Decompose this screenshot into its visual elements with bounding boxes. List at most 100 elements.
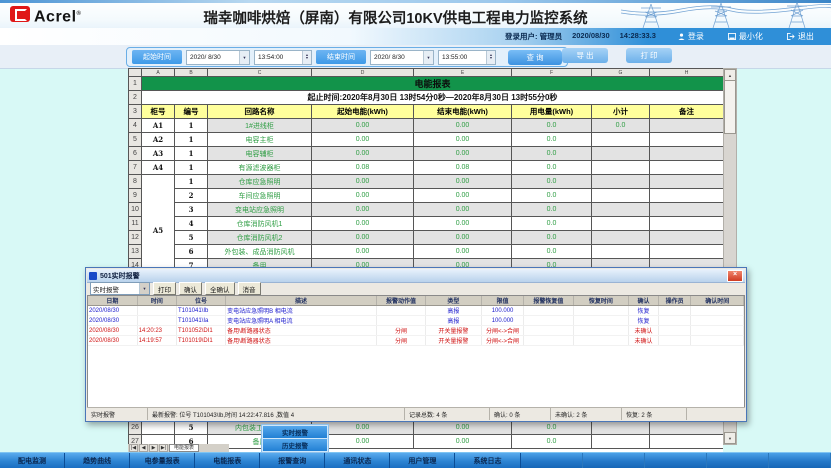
- column-letter-A[interactable]: A: [142, 69, 175, 77]
- cell-circuit-name[interactable]: 电容主柜: [208, 133, 312, 147]
- row-number[interactable]: 5: [129, 133, 142, 147]
- nav-tab-energy-report[interactable]: 电能报表: [195, 453, 260, 468]
- first-sheet-icon[interactable]: |◀: [129, 444, 138, 452]
- scrollbar-thumb[interactable]: [724, 80, 736, 134]
- cell-cabinet[interactable]: A2: [142, 133, 175, 147]
- spinner-arrows-icon[interactable]: ▲▼: [486, 51, 495, 64]
- spinner-arrows-icon[interactable]: ▲▼: [302, 51, 311, 64]
- cell-consumption[interactable]: 0.0: [512, 161, 592, 175]
- cell-circuit-name[interactable]: 1#进线柜: [208, 119, 312, 133]
- cell-start-energy[interactable]: 0.00: [312, 231, 414, 245]
- print-button[interactable]: 打印: [153, 282, 176, 295]
- cell-end-energy[interactable]: 0.08: [414, 161, 512, 175]
- sheet-header-cell-4[interactable]: 结束电能(kWh): [414, 105, 512, 119]
- print-button[interactable]: 打 印: [626, 48, 672, 63]
- alarm-col-2[interactable]: 位号: [176, 296, 225, 306]
- cell-start-energy[interactable]: 0.00: [312, 175, 414, 189]
- cell-end-energy[interactable]: 0.00: [414, 147, 512, 161]
- row-number[interactable]: 1: [129, 77, 142, 91]
- cell-start-energy[interactable]: 0.00: [312, 133, 414, 147]
- cell-remark[interactable]: [650, 147, 724, 161]
- cell-circuit-name[interactable]: 仓库消防风机1: [208, 217, 312, 231]
- confirm-all-button[interactable]: 全确认: [205, 282, 235, 295]
- chevron-down-icon[interactable]: ▼: [139, 283, 149, 294]
- cell-remark[interactable]: [650, 217, 724, 231]
- cell-remark[interactable]: [650, 421, 724, 435]
- alarm-row-2[interactable]: 2020/08/3014:20:23T101052\DI1备用\断路器状态分闸开…: [88, 326, 744, 336]
- cell-remark[interactable]: [650, 161, 724, 175]
- cell-start-energy[interactable]: 0.08: [312, 161, 414, 175]
- cell-start-energy[interactable]: 0.00: [312, 203, 414, 217]
- cell-subtotal[interactable]: [592, 421, 650, 435]
- start-time-spinner[interactable]: 13:54:00 ▲▼: [254, 50, 312, 65]
- row-number[interactable]: 3: [129, 105, 142, 119]
- row-number[interactable]: 2: [129, 91, 142, 105]
- row-number[interactable]: 11: [129, 217, 142, 231]
- cell-subtotal[interactable]: [592, 203, 650, 217]
- cell-number[interactable]: 3: [175, 203, 208, 217]
- export-button[interactable]: 导 出: [562, 48, 608, 63]
- login-button[interactable]: 登录: [678, 31, 704, 42]
- cell-end-energy[interactable]: 0.00: [414, 203, 512, 217]
- cell-start-energy[interactable]: 0.00: [312, 147, 414, 161]
- cell-consumption[interactable]: 0.0: [512, 147, 592, 161]
- row-number[interactable]: 6: [129, 147, 142, 161]
- cell-subtotal[interactable]: [592, 189, 650, 203]
- menu-item-realtime-alarm[interactable]: 实时报警: [263, 426, 327, 438]
- alarm-col-5[interactable]: 类型: [426, 296, 482, 306]
- end-time-spinner[interactable]: 13:55:00 ▲▼: [438, 50, 496, 65]
- chevron-down-icon[interactable]: ▼: [423, 51, 433, 64]
- cell-circuit-name[interactable]: 仓库应急照明: [208, 175, 312, 189]
- scroll-down-icon[interactable]: ▼: [724, 432, 736, 444]
- cell-consumption[interactable]: 0.0: [512, 175, 592, 189]
- row-number[interactable]: 26: [129, 421, 142, 435]
- nav-tab-system-log[interactable]: 系统日志: [455, 453, 520, 468]
- sheet-header-cell-6[interactable]: 小计: [592, 105, 650, 119]
- cell-subtotal[interactable]: [592, 161, 650, 175]
- cell-circuit-name[interactable]: 仓库消防风机2: [208, 231, 312, 245]
- select-all-corner[interactable]: [129, 69, 142, 77]
- cell-number[interactable]: 1: [175, 119, 208, 133]
- column-letter-E[interactable]: E: [414, 69, 512, 77]
- row-number[interactable]: 12: [129, 231, 142, 245]
- nav-tab-parameter-report[interactable]: 电参量报表: [130, 453, 195, 468]
- column-letter-C[interactable]: C: [208, 69, 312, 77]
- query-button[interactable]: 查 询: [508, 50, 562, 65]
- cell-start-energy[interactable]: 0.00: [312, 217, 414, 231]
- alarm-row-3[interactable]: 2020/08/3014:19:57T101019\DI1备用\断路器状态分闸开…: [88, 336, 744, 346]
- cell-consumption[interactable]: 0.0: [512, 133, 592, 147]
- cell-subtotal[interactable]: [592, 231, 650, 245]
- cell-consumption[interactable]: 0.0: [512, 119, 592, 133]
- cell-end-energy[interactable]: 0.00: [414, 421, 512, 435]
- cell-subtotal[interactable]: [592, 133, 650, 147]
- row-number[interactable]: 8: [129, 175, 142, 189]
- alarm-col-1[interactable]: 时间: [137, 296, 176, 306]
- cell-remark[interactable]: [650, 245, 724, 259]
- chevron-down-icon[interactable]: ▼: [239, 51, 249, 64]
- sheet-header-cell-2[interactable]: 回路名称: [208, 105, 312, 119]
- cell-cabinet[interactable]: A3: [142, 147, 175, 161]
- end-date-picker[interactable]: 2020/ 8/30 ▼: [370, 50, 434, 65]
- cell-subtotal[interactable]: [592, 435, 650, 449]
- alarm-col-7[interactable]: 报警恢复值: [524, 296, 573, 306]
- alarm-col-6[interactable]: 限值: [481, 296, 524, 306]
- row-number[interactable]: 13: [129, 245, 142, 259]
- nav-tab-comm-status[interactable]: 通讯状态: [325, 453, 390, 468]
- cell-start-energy[interactable]: 0.00: [312, 119, 414, 133]
- nav-tab-user-management[interactable]: 用户管理: [390, 453, 455, 468]
- alarm-col-8[interactable]: 恢复时间: [573, 296, 629, 306]
- cell-circuit-name[interactable]: 变电站应急照明: [208, 203, 312, 217]
- minimize-button[interactable]: 最小化: [728, 31, 763, 42]
- cell-end-energy[interactable]: 0.00: [414, 119, 512, 133]
- cell-subtotal[interactable]: [592, 175, 650, 189]
- cell-consumption[interactable]: 0.0: [512, 435, 592, 449]
- cell-subtotal[interactable]: [592, 217, 650, 231]
- cell-remark[interactable]: [650, 175, 724, 189]
- cell-remark[interactable]: [650, 231, 724, 245]
- dialog-title-bar[interactable]: 501实时报警 ×: [87, 269, 745, 283]
- row-number[interactable]: 9: [129, 189, 142, 203]
- cell-number[interactable]: 2: [175, 189, 208, 203]
- sheet-tab-energy-report[interactable]: 电能报表: [169, 444, 199, 452]
- alarm-row-0[interactable]: 2020/08/30T101041\Ib变电站应急照明B 相电流高报100.00…: [88, 306, 744, 316]
- cell-number[interactable]: 1: [175, 147, 208, 161]
